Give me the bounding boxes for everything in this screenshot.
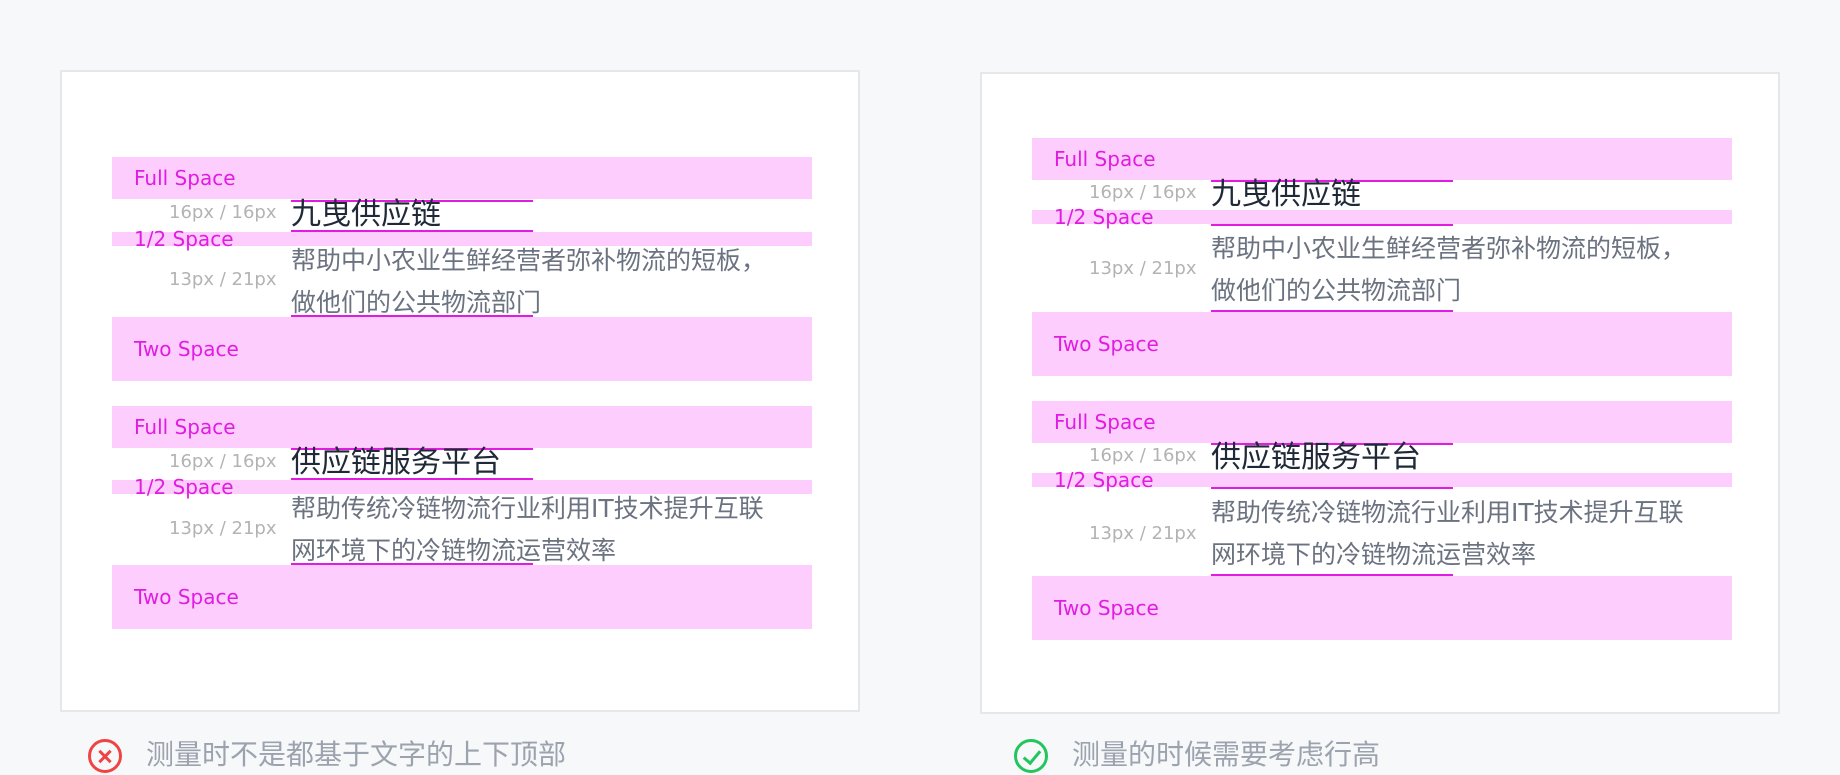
desc-size-meta: 13px / 21px <box>1089 258 1197 279</box>
block-title: 供应链服务平台 <box>291 445 501 480</box>
half-space-label: 1/2 Space <box>134 475 234 499</box>
example-panel-wrong: Full Space 16px / 16px 九曳供应链 1/2 Space 1… <box>60 70 860 712</box>
half-space-label: 1/2 Space <box>1054 468 1154 492</box>
full-space-band: Full Space <box>112 157 812 199</box>
two-space-band: Two Space <box>1032 312 1732 376</box>
block-description: 帮助传统冷链物流行业利用IT技术提升互联 网环境下的冷链物流运营效率 <box>1211 492 1684 576</box>
desc-line-1: 帮助传统冷链物流行业利用IT技术提升互联 <box>291 494 764 523</box>
two-space-label: Two Space <box>1054 596 1159 620</box>
half-space-label: 1/2 Space <box>134 227 234 251</box>
two-space-label: Two Space <box>134 337 239 361</box>
desc-top-line <box>1211 487 1453 489</box>
desc-size-meta: 13px / 21px <box>1089 523 1197 544</box>
block-description: 帮助中小农业生鲜经营者弥补物流的短板， 做他们的公共物流部门 <box>291 240 766 324</box>
caption-wrong: 测量时不是都基于文字的上下顶部 <box>88 735 708 775</box>
full-space-label: Full Space <box>134 166 236 190</box>
desc-size-meta: 13px / 21px <box>169 269 277 290</box>
example-panel-correct: Full Space 16px / 16px 九曳供应链 1/2 Space 1… <box>980 72 1780 714</box>
caption-correct: 测量的时候需要考虑行高 <box>1014 735 1514 775</box>
desc-line-1: 帮助中小农业生鲜经营者弥补物流的短板， <box>291 246 767 275</box>
full-space-band: Full Space <box>112 406 812 448</box>
title-size-meta: 16px / 16px <box>169 451 277 472</box>
full-space-label: Full Space <box>1054 147 1156 171</box>
block-description: 帮助中小农业生鲜经营者弥补物流的短板， 做他们的公共物流部门 <box>1211 228 1686 312</box>
desc-line-1: 帮助中小农业生鲜经营者弥补物流的短板， <box>1211 234 1687 263</box>
desc-line-2: 做他们的公共物流部门 <box>1211 276 1462 305</box>
title-size-meta: 16px / 16px <box>1089 182 1197 203</box>
full-space-band: Full Space <box>1032 401 1732 443</box>
half-space-band: 1/2 Space <box>1032 468 1732 492</box>
two-space-label: Two Space <box>1054 332 1159 356</box>
block-title: 九曳供应链 <box>291 197 441 232</box>
full-space-label: Full Space <box>1054 410 1156 434</box>
block-title: 九曳供应链 <box>1211 177 1361 212</box>
half-space-label: 1/2 Space <box>1054 205 1154 229</box>
title-size-meta: 16px / 16px <box>1089 445 1197 466</box>
error-x-icon <box>88 739 122 773</box>
desc-size-meta: 13px / 21px <box>169 518 277 539</box>
success-check-icon <box>1014 739 1048 773</box>
title-size-meta: 16px / 16px <box>169 202 277 223</box>
desc-top-line <box>1211 224 1453 226</box>
caption-text: 测量时不是都基于文字的上下顶部 <box>146 738 567 771</box>
desc-line-1: 帮助传统冷链物流行业利用IT技术提升互联 <box>1211 498 1684 527</box>
block-description: 帮助传统冷链物流行业利用IT技术提升互联 网环境下的冷链物流运营效率 <box>291 488 764 572</box>
two-space-band: Two Space <box>112 565 812 629</box>
full-space-band: Full Space <box>1032 138 1732 180</box>
desc-line-2: 网环境下的冷链物流运营效率 <box>1211 540 1537 569</box>
caption-text: 测量的时候需要考虑行高 <box>1072 738 1381 771</box>
half-space-band: 1/2 Space <box>1032 205 1732 229</box>
two-space-label: Two Space <box>134 585 239 609</box>
two-space-band: Two Space <box>112 317 812 381</box>
block-title: 供应链服务平台 <box>1211 440 1421 475</box>
full-space-label: Full Space <box>134 415 236 439</box>
two-space-band: Two Space <box>1032 576 1732 640</box>
